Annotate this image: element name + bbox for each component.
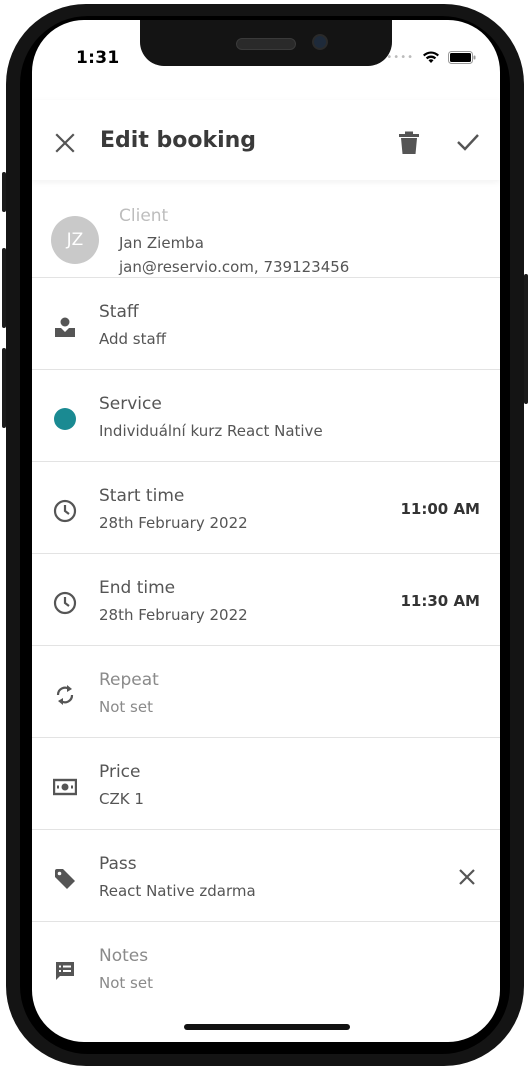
notch (140, 20, 392, 66)
clock-icon (52, 590, 78, 616)
booking-details-list: JZ Client Jan Ziemba jan@reservio.com, 7… (32, 180, 500, 1014)
start-date-value: 28th February 2022 (99, 514, 248, 532)
avatar: JZ (51, 216, 99, 264)
staff-icon (52, 314, 78, 340)
page-title: Edit booking (100, 128, 257, 153)
notes-icon (52, 958, 78, 984)
client-contact: jan@reservio.com, 739123456 (119, 258, 350, 276)
close-icon[interactable] (54, 132, 76, 154)
client-row[interactable]: JZ Client Jan Ziemba jan@reservio.com, 7… (32, 180, 500, 278)
start-time-label: Start time (99, 486, 185, 506)
tag-icon (52, 866, 78, 892)
volume-up-button (2, 248, 6, 328)
repeat-icon (52, 682, 78, 708)
price-value: CZK 1 (99, 790, 144, 808)
client-name: Jan Ziemba (119, 234, 204, 252)
price-row[interactable]: Price CZK 1 (32, 738, 500, 830)
service-value: Individuální kurz React Native (99, 422, 323, 440)
staff-label: Staff (99, 302, 139, 322)
end-date-value: 28th February 2022 (99, 606, 248, 624)
price-label: Price (99, 762, 141, 782)
staff-value: Add staff (99, 330, 167, 348)
end-time-value: 11:30 AM (400, 592, 480, 610)
battery-icon (448, 50, 476, 64)
speaker (236, 38, 296, 50)
end-time-row[interactable]: End time 28th February 2022 11:30 AM (32, 554, 500, 646)
repeat-value: Not set (99, 698, 153, 716)
wifi-icon (423, 51, 439, 63)
status-icons: •••• (386, 50, 476, 64)
trash-icon[interactable] (398, 131, 420, 155)
app-header: Edit booking (32, 100, 500, 180)
status-time: 1:31 (76, 48, 120, 68)
notes-label: Notes (99, 946, 149, 966)
repeat-row[interactable]: Repeat Not set (32, 646, 500, 738)
pass-value: React Native zdarma (99, 882, 256, 900)
end-time-label: End time (99, 578, 176, 598)
check-icon[interactable] (456, 132, 480, 152)
volume-down-button (2, 348, 6, 428)
start-time-row[interactable]: Start time 28th February 2022 11:00 AM (32, 462, 500, 554)
service-label: Service (99, 394, 162, 414)
signal-icon: •••• (386, 51, 414, 63)
service-row[interactable]: Service Individuální kurz React Native (32, 370, 500, 462)
money-icon (52, 774, 78, 800)
notes-row[interactable]: Notes Not set (32, 922, 500, 1014)
start-time-value: 11:00 AM (400, 500, 480, 518)
power-button (524, 274, 528, 404)
mute-switch (2, 172, 6, 212)
screen: 1:31 •••• Edit booking JZ Client Jan Zie… (32, 20, 500, 1042)
front-camera (312, 34, 328, 50)
home-indicator[interactable] (184, 1024, 350, 1030)
repeat-label: Repeat (99, 670, 159, 690)
notes-value: Not set (99, 974, 153, 992)
staff-row[interactable]: Staff Add staff (32, 278, 500, 370)
pass-row[interactable]: Pass React Native zdarma (32, 830, 500, 922)
clock-icon (52, 498, 78, 524)
pass-label: Pass (99, 854, 137, 874)
service-color-dot (52, 406, 78, 432)
remove-pass-icon[interactable] (458, 868, 476, 886)
client-label: Client (119, 206, 169, 226)
